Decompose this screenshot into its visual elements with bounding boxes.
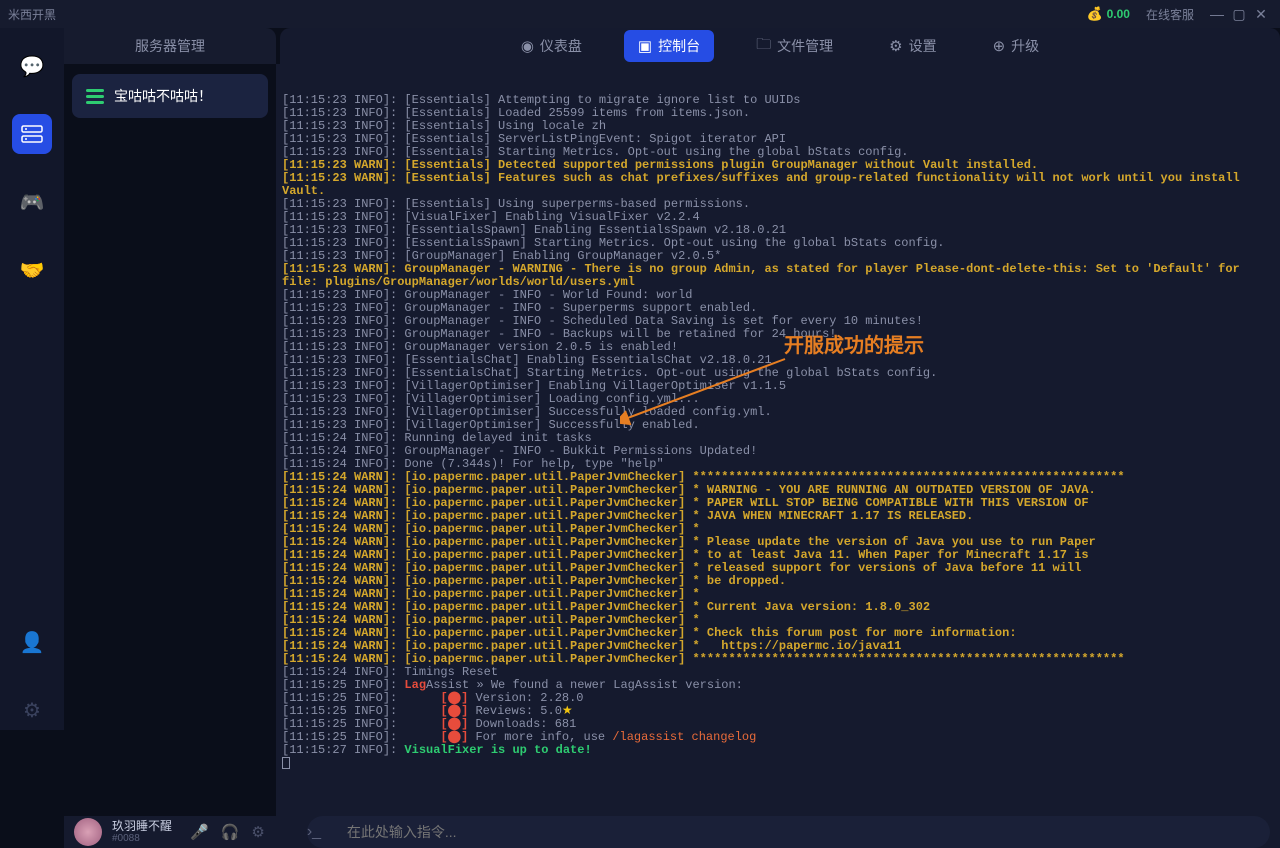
server-manage-header: 服务器管理 xyxy=(64,28,276,64)
sidebar-server-icon[interactable] xyxy=(12,114,52,154)
console-output[interactable]: [11:15:23 INFO]: [Essentials] Attempting… xyxy=(276,64,1280,816)
sidebar: 💬 🎮 🤝 👤 ⚙ xyxy=(0,28,64,730)
console-line: [11:15:23 WARN]: GroupManager - WARNING … xyxy=(282,263,1274,289)
cog-icon[interactable]: ⚙ xyxy=(251,823,264,841)
balance[interactable]: 💰 0.00 xyxy=(1086,6,1130,22)
content: 服务器管理 ◉仪表盘 ▣控制台 🗀文件管理 ⚙设置 ⊕升级 宝咕咕不咕咕！ [1… xyxy=(64,28,1280,730)
command-wrap: ›_ xyxy=(291,816,1270,848)
console-wrap: [11:15:23 INFO]: [Essentials] Attempting… xyxy=(276,64,1280,816)
balance-value: 0.00 xyxy=(1107,7,1130,21)
user-name: 玖羽睡不醒 xyxy=(112,820,172,833)
bottombar: 玖羽睡不醒 #0088 🎤 🎧 ⚙ ›_ xyxy=(64,816,1280,848)
server-stack-icon xyxy=(21,125,43,143)
tab-dashboard[interactable]: ◉仪表盘 xyxy=(507,30,596,62)
tab-settings[interactable]: ⚙设置 xyxy=(875,30,950,62)
support-link[interactable]: 在线客服 xyxy=(1146,6,1194,23)
sidebar-settings-icon[interactable]: ⚙ xyxy=(12,690,52,730)
up-arrow-icon: ⊕ xyxy=(993,37,1006,55)
console-line: [11:15:23 WARN]: [Essentials] Features s… xyxy=(282,172,1274,198)
body-row: 宝咕咕不咕咕！ [11:15:23 INFO]: [Essentials] At… xyxy=(64,64,1280,816)
minimize-button[interactable]: — xyxy=(1206,6,1228,22)
user-id: #0088 xyxy=(112,833,172,844)
app-title: 米西开黑 xyxy=(8,6,56,23)
gauge-icon: ◉ xyxy=(521,37,534,55)
sidebar-game-icon[interactable]: 🎮 xyxy=(12,182,52,222)
server-name: 宝咕咕不咕咕！ xyxy=(114,86,212,106)
sidebar-user-icon[interactable]: 👤 xyxy=(12,622,52,662)
avatar[interactable] xyxy=(74,818,102,846)
folder-icon: 🗀 xyxy=(756,34,771,59)
headphone-icon[interactable]: 🎧 xyxy=(221,823,240,841)
terminal-icon: ▣ xyxy=(638,37,652,55)
command-input[interactable] xyxy=(307,816,1270,848)
sidebar-handshake-icon[interactable]: 🤝 xyxy=(12,250,52,290)
maximize-button[interactable]: ▢ xyxy=(1228,6,1250,23)
tab-upgrade[interactable]: ⊕升级 xyxy=(979,30,1054,62)
coin-icon: 💰 xyxy=(1086,6,1102,22)
tab-files[interactable]: 🗀文件管理 xyxy=(742,28,847,65)
close-button[interactable]: ✕ xyxy=(1250,6,1272,23)
user-meta: 玖羽睡不醒 #0088 xyxy=(112,820,172,844)
mic-icon[interactable]: 🎤 xyxy=(190,823,209,841)
tab-console[interactable]: ▣控制台 xyxy=(624,30,714,62)
bottom-icons: 🎤 🎧 ⚙ xyxy=(190,823,265,841)
server-status-icon xyxy=(86,89,104,104)
gear-icon: ⚙ xyxy=(889,37,902,55)
server-card[interactable]: 宝咕咕不咕咕！ xyxy=(72,74,268,118)
console-line: [11:15:27 INFO]: VisualFixer is up to da… xyxy=(282,744,1274,757)
titlebar: 米西开黑 💰 0.00 在线客服 — ▢ ✕ xyxy=(0,0,1280,28)
tabs: ◉仪表盘 ▣控制台 🗀文件管理 ⚙设置 ⊕升级 xyxy=(280,28,1280,64)
top-row: 服务器管理 ◉仪表盘 ▣控制台 🗀文件管理 ⚙设置 ⊕升级 xyxy=(64,28,1280,64)
sidebar-chat-icon[interactable]: 💬 xyxy=(12,46,52,86)
main: 💬 🎮 🤝 👤 ⚙ 服务器管理 ◉仪表盘 ▣控制台 🗀文件管理 ⚙设置 ⊕升级 xyxy=(0,28,1280,730)
server-list: 宝咕咕不咕咕！ xyxy=(64,64,276,816)
